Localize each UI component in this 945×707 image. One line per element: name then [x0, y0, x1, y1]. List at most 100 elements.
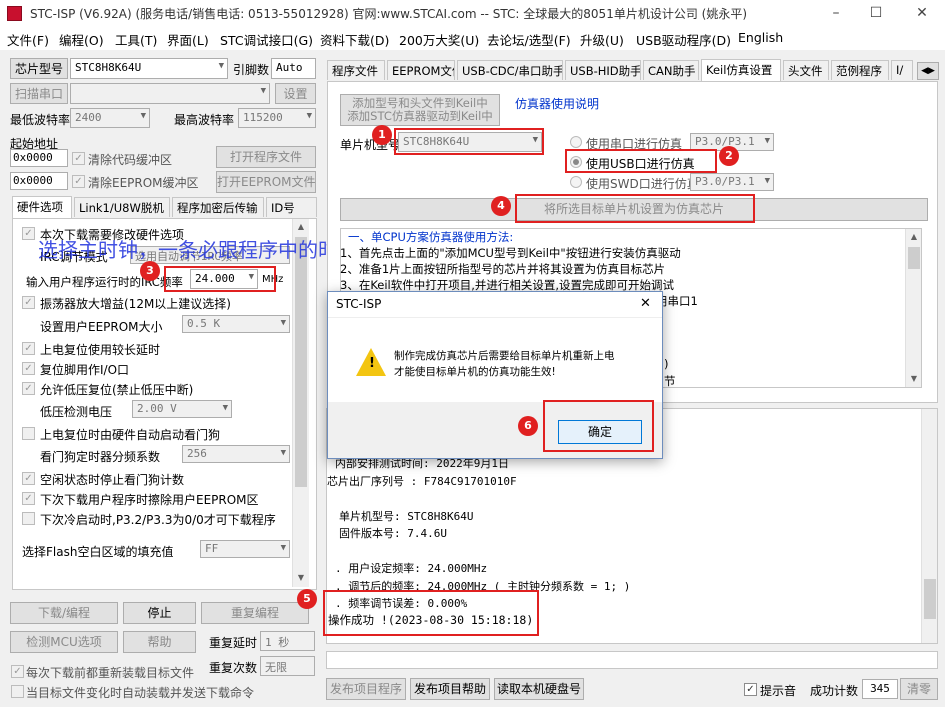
menu-interface[interactable]: 界面(L)	[167, 30, 209, 49]
tab-scroll-arrows[interactable]: ◀▶	[917, 62, 939, 80]
modify-hw-checkbox[interactable]: ✓	[22, 227, 35, 240]
add-to-keil-button[interactable]: 添加型号和头文件到Keil中 添加STC仿真器驱动到Keil中	[340, 94, 500, 126]
progress-bar	[326, 651, 938, 669]
chevron-down-icon: ▼	[764, 176, 770, 186]
radio-swd[interactable]	[570, 176, 582, 188]
menu-tools[interactable]: 工具(T)	[115, 30, 157, 49]
menu-upgrade[interactable]: 升级(U)	[580, 30, 624, 49]
log-scrollbar[interactable]	[921, 409, 937, 643]
eeprom-address-input[interactable]: 0x0000	[10, 172, 68, 190]
instructions-scrollbar[interactable]: ▲ ▼	[905, 229, 921, 387]
scroll-up-icon[interactable]: ▲	[293, 219, 309, 235]
p32-p33-checkbox[interactable]: ✓	[22, 512, 35, 525]
tab-usb-hid[interactable]: USB-HID助手	[565, 60, 641, 80]
log-line: 固件版本号: 7.4.6U	[339, 527, 447, 540]
clear-count-button[interactable]: 清零	[900, 678, 938, 700]
menu-downloads[interactable]: 资料下载(D)	[320, 30, 389, 49]
swd-port-select[interactable]: P3.0/P3.1 ▼	[690, 173, 774, 191]
publish-project-button[interactable]: 发布项目程序	[326, 678, 406, 700]
wdt-auto-checkbox[interactable]: ✓	[22, 427, 35, 440]
tab-hardware-options[interactable]: 硬件选项	[12, 196, 72, 218]
tab-usb-cdc[interactable]: USB-CDC/串口助手	[457, 60, 563, 80]
tab-link1-offline[interactable]: Link1/U8W脱机	[74, 197, 170, 217]
eeprom-size-select[interactable]: 0.5 K ▼	[182, 315, 290, 333]
radio-swd-label: 使用SWD口进行仿真	[586, 177, 699, 191]
download-program-button[interactable]: 下载/编程	[10, 602, 118, 624]
retry-count-label: 重复次数	[209, 661, 258, 675]
publish-help-button[interactable]: 发布项目帮助	[410, 678, 490, 700]
highlight-box-6	[543, 400, 654, 452]
port-select[interactable]: ▼	[70, 83, 270, 104]
wdt-divider-select[interactable]: 256 ▼	[182, 445, 290, 463]
menu-forum[interactable]: 去论坛/选型(F)	[487, 30, 571, 49]
chevron-down-icon: ▼	[222, 403, 228, 413]
p32-p33-label: 下次冷启动时,P3.2/P3.3为0/0才可下载程序	[40, 513, 276, 527]
idle-wdt-checkbox[interactable]: ✓	[22, 472, 35, 485]
auto-send-checkbox[interactable]: ✓	[11, 685, 24, 698]
menu-file[interactable]: 文件(F)	[7, 30, 49, 49]
emulator-help-link[interactable]: 仿真器使用说明	[515, 95, 599, 112]
maximize-button[interactable]: ☐	[866, 4, 886, 22]
retry-delay-select[interactable]: 1 秒	[260, 631, 315, 651]
clear-eeprom-checkbox[interactable]: ✓	[72, 175, 85, 188]
title-bar: STC-ISP (V6.92A) (服务电话/销售电话: 0513-550129…	[0, 0, 945, 26]
max-baud-select[interactable]: 115200 ▼	[238, 108, 316, 128]
code-address-input[interactable]: 0x0000	[10, 149, 68, 167]
chip-model-select[interactable]: STC8H8K64U ▼	[70, 58, 228, 79]
tab-keil-emulation[interactable]: Keil仿真设置	[701, 59, 781, 81]
radio-serial[interactable]	[570, 136, 582, 148]
warning-icon-mark: !	[369, 356, 375, 371]
scroll-down-icon[interactable]: ▼	[293, 570, 309, 586]
tab-io[interactable]: I/	[891, 60, 913, 80]
open-program-file-button[interactable]: 打开程序文件	[216, 146, 316, 168]
retry-count-select[interactable]: 无限	[260, 656, 315, 676]
scan-port-button[interactable]: 扫描串口	[10, 83, 68, 104]
minimize-button[interactable]: –	[826, 4, 846, 22]
repeat-program-button[interactable]: 重复编程	[201, 602, 309, 624]
tab-id-number[interactable]: ID号	[266, 197, 317, 217]
menu-debug-interface[interactable]: STC调试接口(G)	[220, 30, 313, 49]
menu-program[interactable]: 编程(O)	[59, 30, 104, 49]
detect-mcu-button[interactable]: 检测MCU选项	[10, 631, 118, 653]
scroll-thumb[interactable]	[924, 579, 936, 619]
window-title: STC-ISP (V6.92A) (服务电话/销售电话: 0513-550129…	[30, 7, 748, 21]
clear-code-checkbox[interactable]: ✓	[72, 152, 85, 165]
tab-encrypted-transfer[interactable]: 程序加密后传输	[172, 197, 264, 217]
read-disk-id-button[interactable]: 读取本机硬盘号	[494, 678, 584, 700]
help-button[interactable]: 帮助	[123, 631, 196, 653]
menu-award[interactable]: 200万大奖(U)	[399, 30, 479, 49]
close-button[interactable]: ✕	[912, 4, 932, 22]
chevron-down-icon: ▼	[280, 543, 286, 553]
tab-program-file[interactable]: 程序文件	[327, 60, 385, 80]
menu-english[interactable]: English	[738, 30, 783, 45]
scroll-thumb[interactable]	[908, 247, 920, 269]
tab-eeprom-file[interactable]: EEPROM文件	[387, 60, 455, 80]
scroll-thumb[interactable]	[295, 237, 307, 487]
tab-can[interactable]: CAN助手	[643, 60, 699, 80]
lvr-checkbox[interactable]: ✓	[22, 382, 35, 395]
right-tab-bar: 程序文件 EEPROM文件 USB-CDC/串口助手 USB-HID助手 CAN…	[327, 59, 939, 82]
tab-examples[interactable]: 范例程序	[831, 60, 889, 80]
marker-1: 1	[372, 125, 392, 145]
reset-io-checkbox[interactable]: ✓	[22, 362, 35, 375]
tab-header-files[interactable]: 头文件	[783, 60, 829, 80]
open-eeprom-file-button[interactable]: 打开EEPROM文件	[216, 171, 316, 193]
reload-every-checkbox[interactable]: ✓	[11, 665, 24, 678]
dialog-close-icon[interactable]: ✕	[640, 296, 651, 311]
osc-gain-checkbox[interactable]: ✓	[22, 296, 35, 309]
lvd-select[interactable]: 2.00 V ▼	[132, 400, 232, 418]
pin-count-select[interactable]: Auto	[271, 58, 316, 79]
scroll-up-icon[interactable]: ▲	[906, 229, 922, 245]
scroll-down-icon[interactable]: ▼	[906, 371, 922, 387]
min-baud-select[interactable]: 2400 ▼	[70, 108, 150, 128]
beep-checkbox[interactable]: ✓	[744, 683, 757, 696]
menu-usb-driver[interactable]: USB驱动程序(D)	[636, 30, 731, 49]
eeprom-size-value: 0.5 K	[187, 317, 221, 330]
port-settings-button[interactable]: 设置	[275, 83, 316, 104]
erase-eeprom-checkbox[interactable]: ✓	[22, 492, 35, 505]
hardware-options-scrollbar[interactable]: ▲ ▼	[292, 219, 309, 587]
fill-value-select[interactable]: FF ▼	[200, 540, 290, 558]
stop-button[interactable]: 停止	[123, 602, 196, 624]
por-delay-checkbox[interactable]: ✓	[22, 342, 35, 355]
